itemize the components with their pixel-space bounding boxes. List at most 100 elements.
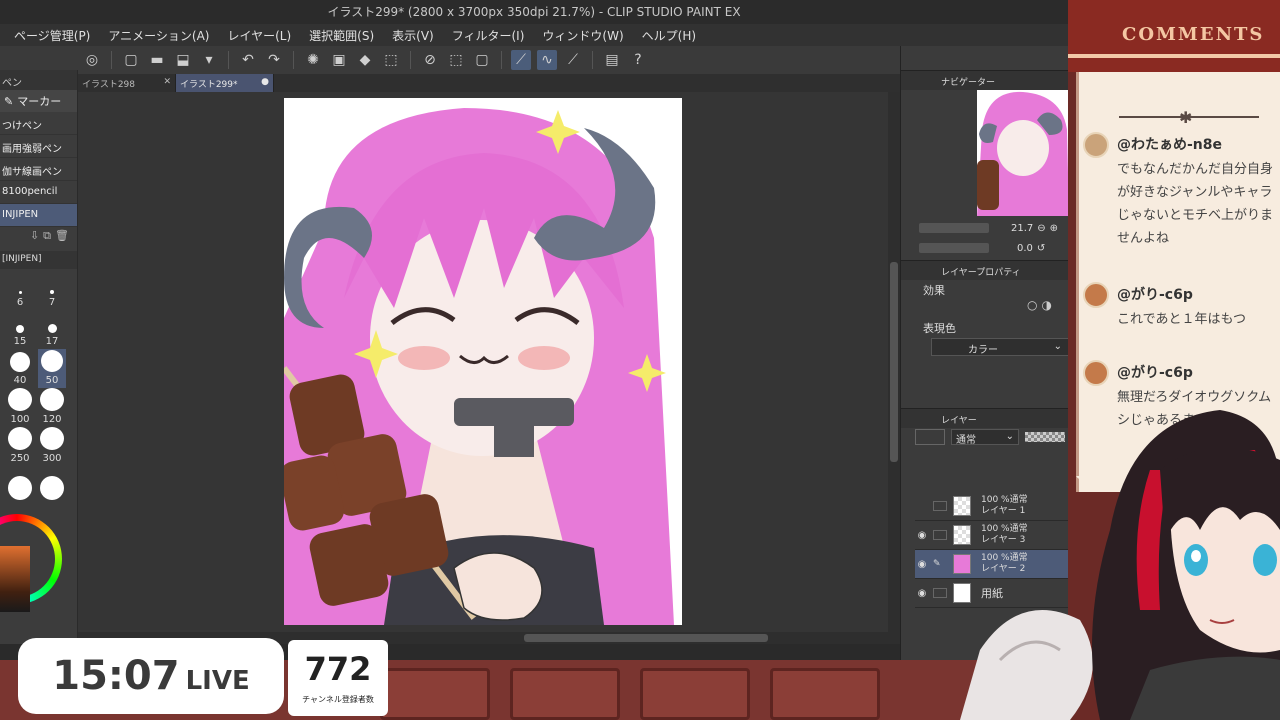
color-saturation-square[interactable]: [0, 546, 30, 612]
ruler-icon[interactable]: ⟋: [511, 50, 531, 70]
menu-selection[interactable]: 選択範囲(S): [309, 27, 374, 44]
brush-item[interactable]: 8100pencil: [0, 181, 77, 204]
rotation-value[interactable]: 0.0: [1017, 243, 1033, 254]
brush-actions: ⇩ ⧉ 🗑: [0, 227, 77, 247]
pen-pressure-icon[interactable]: ⟋: [563, 50, 583, 70]
header-stripe: [1068, 54, 1280, 58]
open-folder-icon[interactable]: ▬: [147, 50, 167, 70]
scroll-thumb[interactable]: [524, 634, 768, 642]
tab-label: イラスト298: [82, 80, 135, 90]
avatar: [1083, 360, 1109, 386]
chocolate-block: [770, 668, 880, 720]
trash-icon[interactable]: 🗑: [55, 229, 69, 245]
brush-size-option[interactable]: [38, 466, 66, 505]
brush-size-option[interactable]: 100: [6, 388, 34, 427]
brush-size-option[interactable]: [6, 466, 34, 505]
toolbar-divider: [111, 51, 112, 69]
navigator-preview[interactable]: [977, 90, 1069, 216]
zoom-out-icon[interactable]: ⊖: [1037, 223, 1045, 234]
brush-size-header: [INJIPEN]: [0, 251, 77, 269]
menu-page[interactable]: ページ管理(P): [14, 27, 90, 44]
drawing-canvas[interactable]: [284, 98, 682, 625]
loading-icon[interactable]: ✺: [303, 50, 323, 70]
brush-size-option[interactable]: 40: [6, 349, 34, 388]
menu-help[interactable]: ヘルプ(H): [642, 27, 696, 44]
menu-view[interactable]: 表示(V): [392, 27, 434, 44]
chocolate-block: [380, 668, 490, 720]
tab-illust-298[interactable]: イラスト298 ✕: [78, 74, 176, 92]
zoom-slider[interactable]: [919, 223, 989, 233]
menu-animation[interactable]: アニメーション(A): [108, 27, 209, 44]
brush-size-option[interactable]: 6: [6, 271, 34, 310]
unsaved-dot-icon[interactable]: ●: [261, 77, 269, 89]
brush-item[interactable]: 伽サ線画ペン: [0, 158, 77, 181]
chevron-down-icon: ⌄: [1053, 341, 1062, 352]
brush-item[interactable]: つけペン: [0, 112, 77, 135]
clip-studio-icon[interactable]: ◎: [82, 50, 102, 70]
transform-icon[interactable]: ⬚: [381, 50, 401, 70]
tool-marker[interactable]: ✎ マーカー: [0, 90, 77, 112]
expression-color-label: 表現色: [923, 322, 956, 335]
crop-icon[interactable]: ⬚: [446, 50, 466, 70]
toolbar-divider: [410, 51, 411, 69]
border-effect-icon[interactable]: ○: [1027, 298, 1037, 314]
close-icon[interactable]: ✕: [163, 77, 171, 89]
menu-layer[interactable]: レイヤー(L): [227, 27, 291, 44]
clip-studio-window: イラスト299* (2800 x 3700px 350dpi 21.7%) - …: [0, 0, 1069, 660]
rotate-icon[interactable]: ↺: [1037, 243, 1045, 254]
copy-icon[interactable]: ⧉: [43, 229, 51, 245]
new-file-icon[interactable]: ▢: [121, 50, 141, 70]
dropdown-icon[interactable]: ▾: [199, 50, 219, 70]
artwork-demon-girl-yakitori: [284, 108, 674, 625]
zoom-value[interactable]: 21.7: [1011, 223, 1033, 234]
download-icon[interactable]: ⇩: [30, 229, 39, 245]
zoom-in-icon[interactable]: ⊕: [1050, 223, 1058, 234]
expression-color-value: カラー: [968, 345, 998, 356]
stroke-stabilizer-icon[interactable]: ∿: [537, 50, 557, 70]
brush-size-option[interactable]: 15: [6, 310, 34, 349]
comments-title: COMMENTS: [1122, 24, 1265, 45]
settings-icon[interactable]: ▤: [602, 50, 622, 70]
effect-label: 効果: [923, 284, 945, 297]
help-icon[interactable]: ?: [628, 50, 648, 70]
brush-size-option-selected[interactable]: 50: [38, 349, 66, 388]
rotation-slider[interactable]: [919, 243, 989, 253]
vtuber-avatar: [960, 410, 1280, 720]
lock-toggle[interactable]: [933, 588, 947, 598]
live-clock: 15:07 LIVE: [18, 638, 284, 714]
document-tabs: イラスト298 ✕ イラスト299* ●: [78, 74, 900, 92]
brush-item[interactable]: 画用強弱ペン: [0, 135, 77, 158]
layer-color-select[interactable]: [915, 429, 945, 445]
subscriber-count: 772: [304, 650, 372, 688]
selection-icon[interactable]: ▢: [472, 50, 492, 70]
brush-size-option[interactable]: 300: [38, 427, 66, 466]
brush-size-option[interactable]: 120: [38, 388, 66, 427]
eye-icon[interactable]: ◉: [915, 559, 929, 570]
eye-icon[interactable]: ◉: [915, 530, 929, 541]
scroll-thumb[interactable]: [890, 262, 898, 462]
eye-icon[interactable]: ◉: [915, 588, 929, 599]
redo-icon[interactable]: ↷: [264, 50, 284, 70]
selection-off-icon[interactable]: ⊘: [420, 50, 440, 70]
chocolate-block: [640, 668, 750, 720]
vertical-scrollbar[interactable]: [888, 92, 900, 632]
brush-size-option[interactable]: 7: [38, 271, 66, 310]
save-icon[interactable]: ⬓: [173, 50, 193, 70]
expression-color-select[interactable]: カラー ⌄: [931, 338, 1069, 356]
brush-size-option[interactable]: 250: [6, 427, 34, 466]
clear-icon[interactable]: ▣: [329, 50, 349, 70]
menu-window[interactable]: ウィンドウ(W): [542, 27, 623, 44]
lock-toggle[interactable]: [933, 530, 947, 540]
tab-illust-299[interactable]: イラスト299* ●: [176, 74, 274, 92]
comment-text: でもなんだかんだ自分自身が好きなジャンルやキャラじゃないとモチベ上がりませんよね: [1117, 162, 1274, 246]
brush-item-selected[interactable]: INJIPEN: [0, 204, 77, 227]
fill-icon[interactable]: ◆: [355, 50, 375, 70]
canvas-area[interactable]: [78, 92, 888, 632]
subscriber-counter: 772 チャンネル登録者数: [288, 640, 388, 716]
menu-filter[interactable]: フィルター(I): [452, 27, 525, 44]
toolbar-divider: [501, 51, 502, 69]
lock-toggle[interactable]: [933, 501, 947, 511]
brush-size-option[interactable]: 17: [38, 310, 66, 349]
tone-effect-icon[interactable]: ◑: [1041, 298, 1051, 314]
undo-icon[interactable]: ↶: [238, 50, 258, 70]
